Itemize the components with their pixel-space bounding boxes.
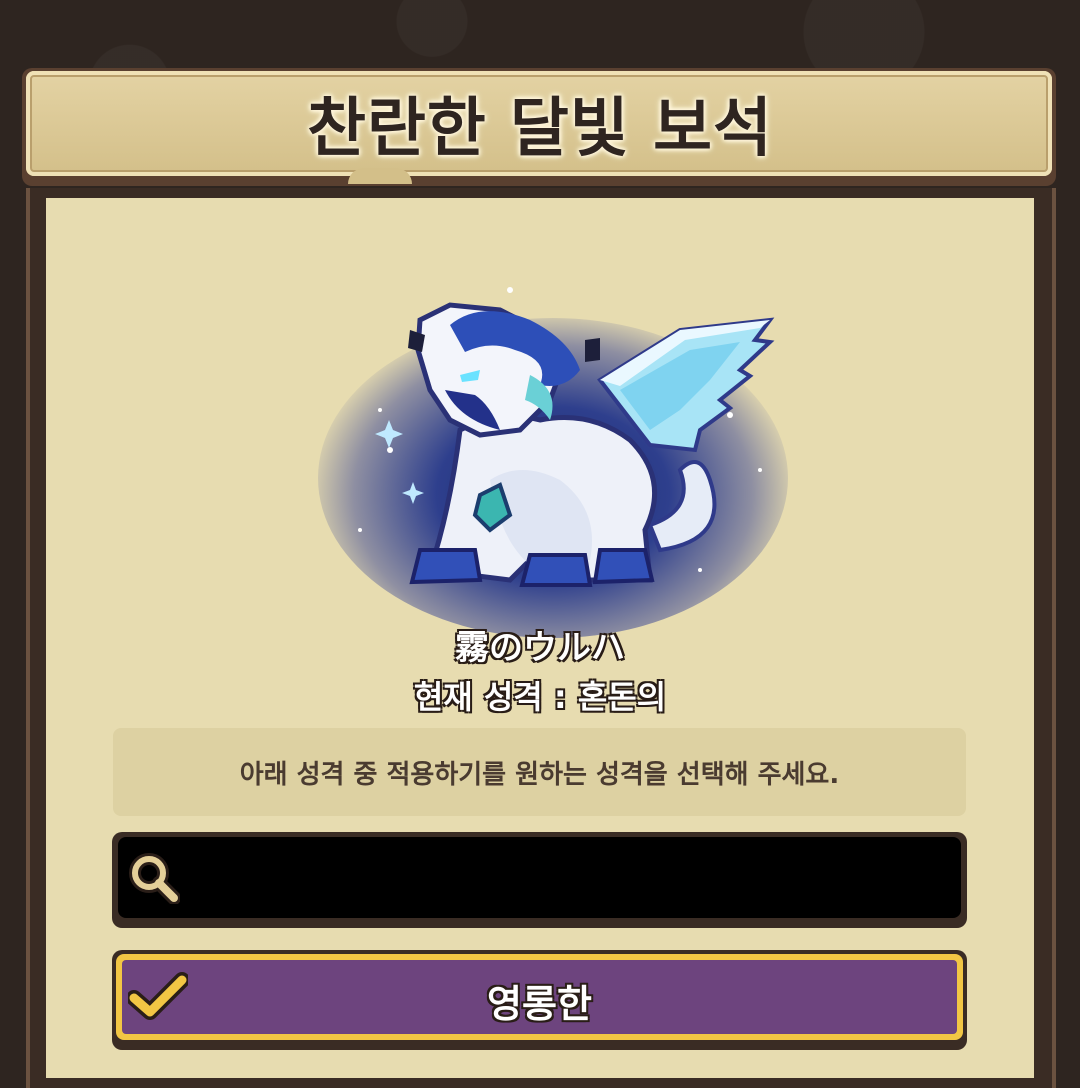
- instruction-text: 아래 성격 중 적용하기를 원하는 성격을 선택해 주세요.: [239, 759, 840, 790]
- character-name: 霧のウルハ: [455, 628, 625, 668]
- current-trait-label: 현재 성격 : 혼돈의: [413, 678, 667, 716]
- search-box: [112, 832, 967, 928]
- title-banner-notch: [348, 168, 412, 184]
- trait-option-label[interactable]: 영롱한: [112, 962, 967, 1038]
- dragon-pet-sprite: [358, 287, 775, 587]
- instruction-box: 아래 성격 중 적용하기를 원하는 성격을 선택해 주세요.: [113, 728, 966, 816]
- search-input[interactable]: [118, 837, 961, 918]
- search-icon[interactable]: [128, 852, 180, 904]
- dialog-title: 찬란한 달빛 보석: [307, 92, 773, 166]
